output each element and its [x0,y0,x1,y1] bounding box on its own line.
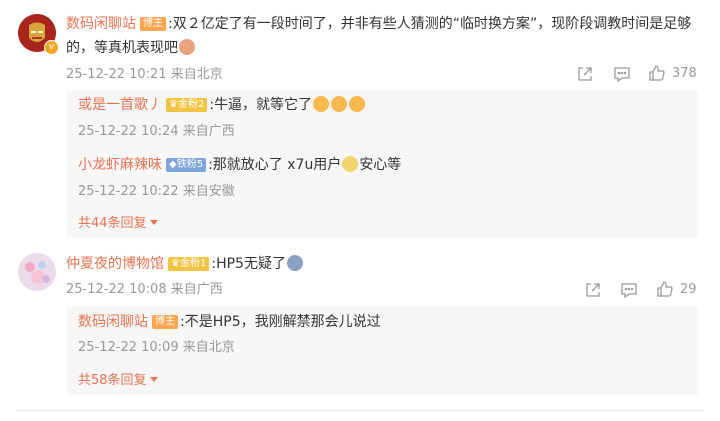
comment-text: HP5无疑了 [216,256,286,272]
host-badge: 博主 [152,315,178,329]
comment-author[interactable]: 数码闲聊站 [66,16,136,32]
comment-location: 来自广西 [170,282,223,297]
reply-item: 或是一首歌丿 ♛金粉2:牛逼，就等它了 [78,93,366,117]
more-replies-link[interactable]: 共44条回复 [78,215,158,233]
comment-actions: 29 [584,280,702,300]
reply-list: 数码闲聊站 博主:不是HP5，我刚解禁那会儿说过 25-12-22 10:09 来… [66,307,698,395]
host-badge: 博主 [140,17,166,31]
reply-author[interactable]: 数码闲聊站 [78,314,148,330]
comment-author[interactable]: 仲夏夜的博物馆 [66,256,164,272]
caret-down-icon [149,220,158,225]
comment-meta: 25-12-22 10:08 来自广西 [66,281,223,299]
share-icon[interactable] [576,65,594,87]
face-emoji-icon [179,39,195,55]
comment-location: 来自北京 [170,67,223,82]
reply-item: 数码闲聊站 博主:不是HP5，我刚解禁那会儿说过 [78,314,381,330]
reply-item: 小龙虾麻辣味 ◆铁粉5:那就放心了 x7u用户 安心等 [78,156,402,173]
comment-body: 仲夏夜的博物馆 ♛金粉1:HP5无疑了 [66,252,304,276]
reply-list: 或是一首歌丿 ♛金粉2:牛逼，就等它了 25-12-22 10:24 来自广西 小… [66,91,698,237]
comment-icon[interactable] [620,281,638,303]
avatar-user[interactable] [18,253,56,291]
reply-meta: 25-12-22 10:24 来自广西 [78,124,235,139]
caret-down-icon [149,377,158,382]
thumbs-up-icon [657,281,673,297]
thumbs-up-icon [649,65,665,81]
reply-meta: 25-12-22 10:22 来自安徽 [78,184,235,199]
comment-time: 25-12-22 10:21 [66,67,167,82]
comment-icon[interactable] [613,65,631,87]
reply-author[interactable]: 或是一首歌丿 [78,97,162,113]
comment-time: 25-12-22 10:08 [66,282,167,297]
cheer-emoji-icon [331,96,348,112]
more-replies-link[interactable]: 共58条回复 [78,372,158,390]
reply-author[interactable]: 小龙虾麻辣味 [78,157,162,173]
like-count: 29 [680,281,697,297]
like-button[interactable]: 378 [648,64,697,82]
reply-text: 不是HP5，我刚解禁那会儿说过 [184,314,381,330]
comment-meta: 25-12-22 10:21 来自北京 [66,66,223,84]
like-button[interactable]: 29 [656,280,697,298]
comment-actions: 378 [576,64,702,84]
share-icon[interactable] [584,281,602,303]
reply-text: 那就放心了 x7u用户 [212,157,342,173]
like-count: 378 [672,65,697,81]
gold-fan-badge: ♛金粉2 [166,98,208,112]
reply-text: 牛逼，就等它了 [214,97,313,113]
divider [16,410,704,411]
doge-emoji-icon [342,156,359,172]
cheer-emoji-icon [313,96,330,112]
sticker-emoji-icon [286,255,303,271]
comment-body: 数码闲聊站 博主:双２亿定了有一段时间了，并非有些人猜测的“临时换方案”，现阶段调… [66,16,692,56]
cheer-emoji-icon [349,96,366,112]
verified-badge-icon: v [44,40,59,55]
iron-fan-badge: ◆铁粉5 [166,158,207,172]
reply-meta: 25-12-22 10:09 来自北京 [78,340,235,355]
gold-fan-badge: ♛金粉1 [168,257,210,271]
